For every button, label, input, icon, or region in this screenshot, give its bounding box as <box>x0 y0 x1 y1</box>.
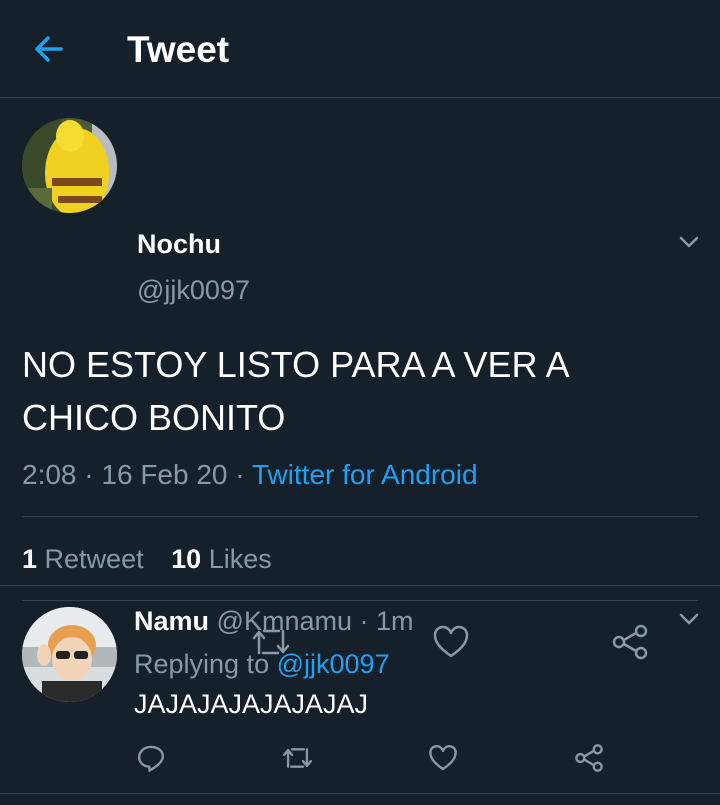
reply-time: 1m <box>376 606 414 636</box>
page-title: Tweet <box>127 29 230 70</box>
share-button[interactable] <box>573 743 605 773</box>
replying-label: Replying to <box>134 649 270 679</box>
reply-menu-button[interactable] <box>678 608 700 635</box>
chevron-down-icon <box>679 613 699 625</box>
like-icon <box>433 625 469 658</box>
divider <box>22 516 698 517</box>
like-button[interactable] <box>432 623 470 661</box>
reply-author-handle[interactable]: @Kmnamu <box>217 606 352 636</box>
tweet-date: 16 Feb 20 <box>101 459 228 490</box>
share-icon <box>612 624 648 660</box>
retweet-button[interactable] <box>281 743 314 773</box>
author-handle[interactable]: @jjk0097 <box>137 274 250 306</box>
tweet-meta: 2:08 · 16 Feb 20 · Twitter for Android <box>22 458 478 492</box>
divider <box>0 793 720 794</box>
arrow-left-icon <box>35 36 63 62</box>
retweets-label: Retweet <box>44 544 144 574</box>
share-icon <box>575 744 603 772</box>
meta-separator: · <box>235 459 252 490</box>
avatar[interactable] <box>22 118 117 213</box>
like-icon <box>429 744 457 771</box>
replying-mention[interactable]: @jjk0097 <box>277 649 390 679</box>
likes-label: Likes <box>208 544 272 574</box>
tweet-text: NO ESTOY LISTO PARA A VER A CHICO BONITO <box>22 344 568 438</box>
top-bar: Tweet <box>0 0 720 98</box>
tweet-source-link[interactable]: Twitter for Android <box>252 459 478 490</box>
reply-header: Namu @Kmnamu · 1m <box>134 605 414 637</box>
tweet-menu-button[interactable] <box>678 231 700 258</box>
author-name[interactable]: Nochu <box>137 228 221 260</box>
avatar[interactable] <box>22 607 117 702</box>
like-button[interactable] <box>428 743 458 773</box>
meta-separator: · <box>84 459 102 490</box>
meta-separator: · <box>359 606 376 636</box>
divider <box>22 600 698 601</box>
reply-icon <box>137 745 165 772</box>
likes-stat[interactable]: 10 Likes <box>171 544 272 574</box>
divider <box>0 585 720 586</box>
retweet-icon <box>282 748 313 768</box>
reply-author-name[interactable]: Namu <box>134 606 209 636</box>
reply-button[interactable] <box>136 743 166 773</box>
retweets-stat[interactable]: 1 Retweet <box>22 544 144 574</box>
tweet-time: 2:08 <box>22 459 77 490</box>
back-button[interactable] <box>30 30 68 68</box>
reply-text: JAJAJAJAJAJAJAJ <box>134 689 369 719</box>
replying-to: Replying to @jjk0097 <box>134 648 390 680</box>
share-button[interactable] <box>610 623 650 661</box>
chevron-down-icon <box>679 236 699 248</box>
retweets-count: 1 <box>22 544 38 574</box>
tweet-stats: 1 Retweet 10 Likes <box>22 543 292 575</box>
likes-count: 10 <box>171 544 202 574</box>
